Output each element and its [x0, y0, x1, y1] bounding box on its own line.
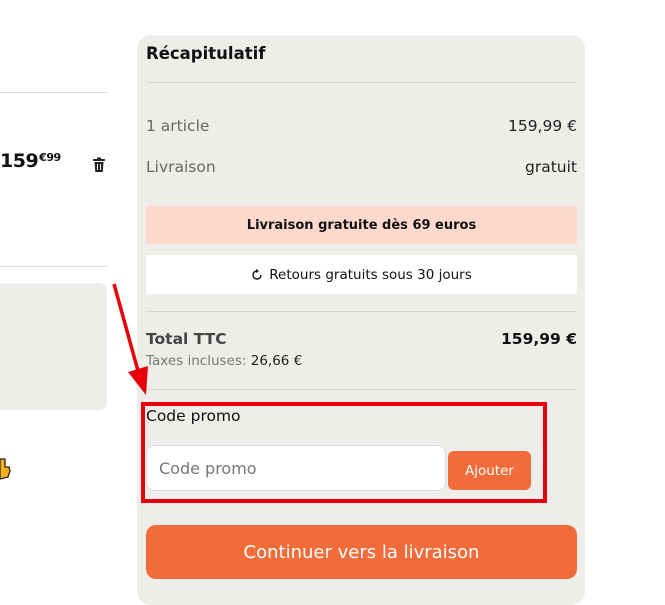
- divider: [146, 311, 577, 312]
- summary-title: Récapitulatif: [146, 44, 266, 63]
- total-value: 159,99 €: [501, 330, 577, 348]
- cart-divider: [0, 92, 107, 93]
- cart-divider: [0, 266, 107, 267]
- promo-code-input[interactable]: [146, 445, 446, 491]
- divider: [146, 389, 577, 390]
- cart-side-card: [0, 283, 107, 410]
- total-label: Total TTC: [146, 330, 227, 348]
- taxes-label: Taxes incluses:: [146, 353, 247, 369]
- refresh-icon: [252, 268, 262, 280]
- apply-promo-button[interactable]: Ajouter: [448, 451, 531, 490]
- trash-icon[interactable]: [92, 157, 106, 173]
- free-shipping-banner: Livraison gratuite dès 69 euros: [146, 206, 577, 244]
- order-summary-panel: Récapitulatif 1 article 159,99 € Livrais…: [137, 35, 585, 605]
- pointing-hand-icon: [0, 458, 11, 480]
- taxes-value: 26,66 €: [250, 353, 303, 369]
- returns-banner: Retours gratuits sous 30 jours: [146, 255, 577, 294]
- taxes-info: Taxes incluses: 26,66 €: [146, 353, 302, 369]
- cart-item-price: 159€99: [0, 150, 61, 172]
- continue-to-shipping-button[interactable]: Continuer vers la livraison: [146, 525, 577, 579]
- articles-value: 159,99 €: [507, 117, 577, 135]
- shipping-label: Livraison: [146, 158, 216, 176]
- promo-label: Code promo: [146, 407, 241, 425]
- shipping-value: gratuit: [525, 158, 577, 176]
- articles-label: 1 article: [146, 117, 210, 135]
- returns-text: Retours gratuits sous 30 jours: [269, 266, 472, 283]
- divider: [146, 82, 577, 83]
